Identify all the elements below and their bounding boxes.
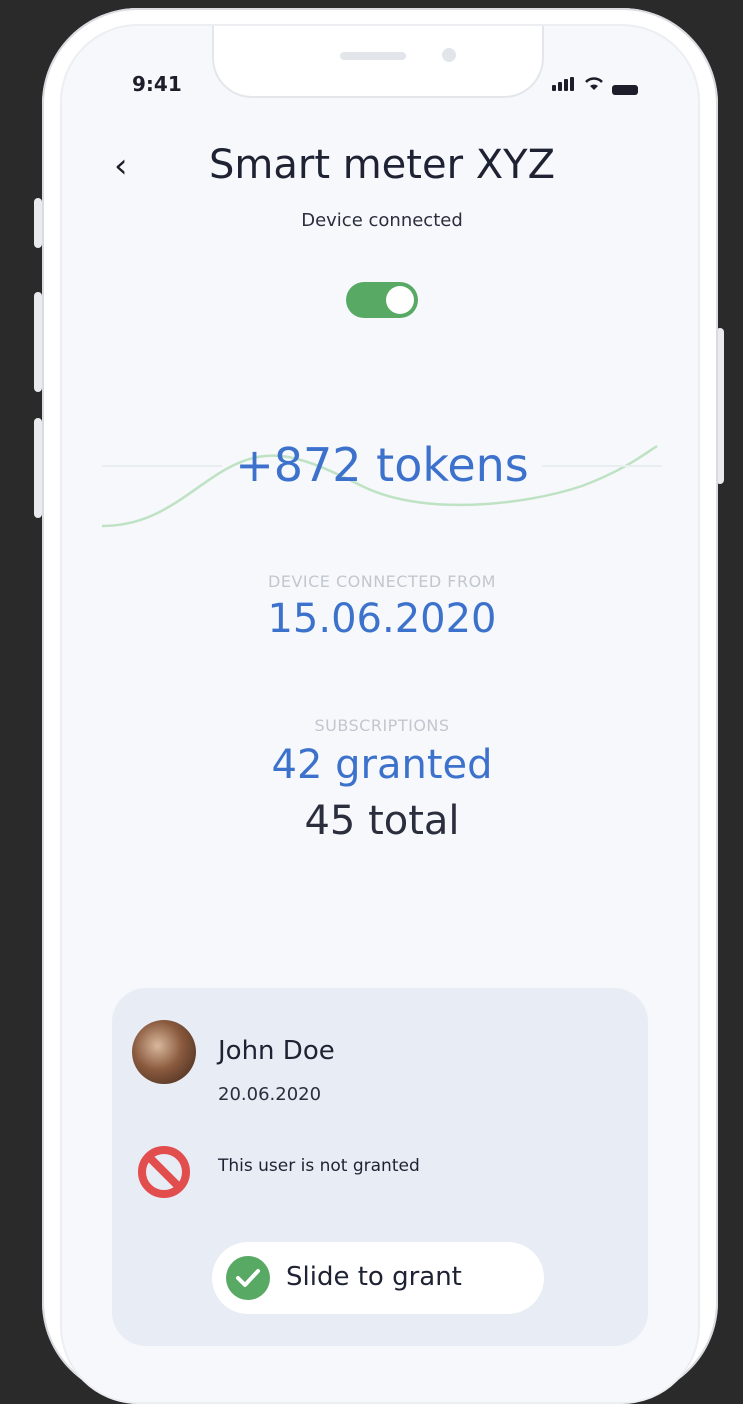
avatar [132, 1020, 196, 1084]
app-screen: 9:41 ‹ Smart meter XYZ Device connected … [60, 24, 700, 1404]
phone-notch [212, 26, 544, 98]
signal-icon [552, 76, 576, 95]
user-name: John Doe [218, 1036, 335, 1066]
page-title: Smart meter XYZ [209, 142, 555, 188]
check-icon [226, 1256, 270, 1300]
phone-volume-up [34, 292, 42, 392]
slide-to-grant-button[interactable]: Slide to grant [212, 1242, 544, 1314]
grant-status-text: This user is not granted [218, 1156, 420, 1176]
connection-status: Device connected [301, 210, 463, 231]
phone-silent-switch [34, 198, 42, 248]
grant-request-card: John Doe 20.06.2020 This user is not gra… [112, 988, 648, 1346]
subscriptions-granted: 42 granted [271, 742, 493, 788]
device-toggle[interactable] [346, 282, 418, 318]
blocked-icon [138, 1146, 190, 1198]
status-icons [552, 76, 638, 95]
connected-from-date: 15.06.2020 [267, 596, 497, 642]
status-time: 9:41 [132, 72, 182, 96]
request-date: 20.06.2020 [218, 1084, 322, 1105]
toggle-knob [386, 286, 414, 314]
subscriptions-total: 45 total [304, 798, 460, 844]
slide-label: Slide to grant [286, 1262, 462, 1292]
phone-volume-down [34, 418, 42, 518]
camera [442, 48, 456, 62]
battery-icon [612, 85, 638, 95]
speaker [340, 52, 406, 60]
connected-from-label: DEVICE CONNECTED FROM [268, 572, 496, 591]
wifi-icon [584, 76, 604, 95]
subscriptions-label: SUBSCRIPTIONS [314, 716, 450, 735]
token-balance: +872 tokens [235, 438, 529, 492]
